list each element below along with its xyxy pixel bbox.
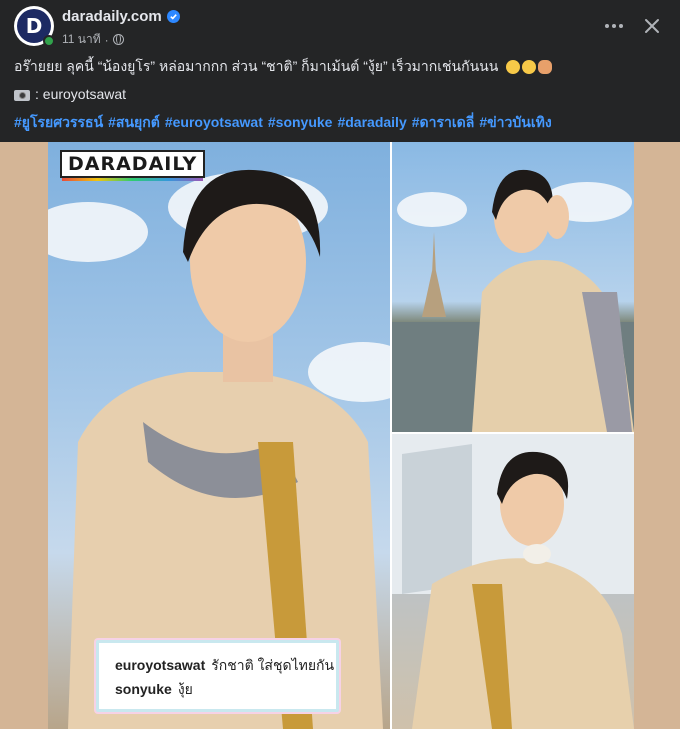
close-icon	[645, 19, 659, 33]
camera-icon	[14, 89, 30, 101]
photo-collage[interactable]: DARADAILY euroyotsawat รักชาติ ใส่ชุดไทย…	[48, 142, 634, 729]
page-name-row: daradaily.com	[62, 8, 180, 25]
emoji-group	[506, 60, 553, 75]
comment-username: euroyotsawat	[115, 657, 206, 673]
verified-badge-icon	[166, 10, 180, 23]
hashtag-link[interactable]: #daradaily	[337, 112, 406, 132]
eating-photo	[392, 434, 634, 729]
comment-text: รักชาติ ใส่ชุดไทยกัน	[211, 657, 335, 673]
page-avatar[interactable]: D	[14, 6, 55, 47]
hashtag-list: #ยูโรยศวรรธน์ #สนยุกต์ #euroyotsawat #so…	[14, 112, 552, 132]
credit-line: : euroyotsawat	[14, 84, 126, 104]
comment-overlay: euroyotsawat รักชาติ ใส่ชุดไทยกัน sonyuke…	[96, 640, 339, 712]
globe-icon[interactable]	[112, 34, 124, 45]
post-media[interactable]: DARADAILY euroyotsawat รักชาติ ใส่ชุดไทย…	[0, 142, 680, 729]
pointing-hand-emoji-icon	[538, 60, 553, 75]
comment-username: sonyuke	[115, 681, 172, 697]
post-meta: 11 นาที ·	[62, 30, 124, 49]
hashtag-link[interactable]: #สนยุกต์	[108, 112, 160, 132]
hashtag-link[interactable]: #ดาราเดลี่	[412, 112, 475, 132]
hashtag-link[interactable]: #ข่าวบันเทิง	[479, 112, 551, 132]
credit-text: : euroyotsawat	[35, 86, 127, 102]
comment-row: sonyuke งุ้ย	[115, 677, 320, 701]
caption-line: อร๊ายยย ลุคนี้ “น้องยูโร” หล่อมากกก ส่วน…	[14, 56, 666, 76]
online-status-dot	[43, 35, 55, 47]
hashtag-link[interactable]: #euroyotsawat	[165, 112, 263, 132]
comment-row: euroyotsawat รักชาติ ใส่ชุดไทยกัน	[115, 653, 334, 677]
temple-figure	[392, 169, 634, 432]
rolling-laughing-face-emoji-icon	[522, 60, 537, 75]
meta-separator: ·	[104, 32, 109, 47]
hashtag-link[interactable]: #ยูโรยศวรรธน์	[14, 112, 103, 132]
close-button[interactable]	[636, 10, 668, 42]
page-name[interactable]: daradaily.com	[62, 8, 162, 25]
post-timestamp[interactable]: 11 นาที	[62, 30, 101, 49]
post-caption: อร๊ายยย ลุคนี้ “น้องยูโร” หล่อมากกก ส่วน…	[14, 56, 666, 130]
logo-color-bar	[62, 178, 204, 181]
daradaily-logo: DARADAILY	[60, 150, 206, 181]
more-horizontal-icon	[605, 24, 623, 28]
eating-figure	[392, 434, 634, 729]
caption-text: อร๊ายยย ลุคนี้ “น้องยูโร” หล่อมากกก ส่วน…	[14, 58, 499, 74]
post-header: D daradaily.com 11 นาที ·	[0, 0, 680, 52]
comment-text: งุ้ย	[177, 681, 193, 697]
shushing-face-emoji-icon	[506, 60, 521, 75]
logo-text: DARADAILY	[68, 153, 198, 175]
temple-photo	[392, 142, 634, 432]
hashtag-link[interactable]: #sonyuke	[268, 112, 333, 132]
more-options-button[interactable]	[598, 10, 630, 42]
